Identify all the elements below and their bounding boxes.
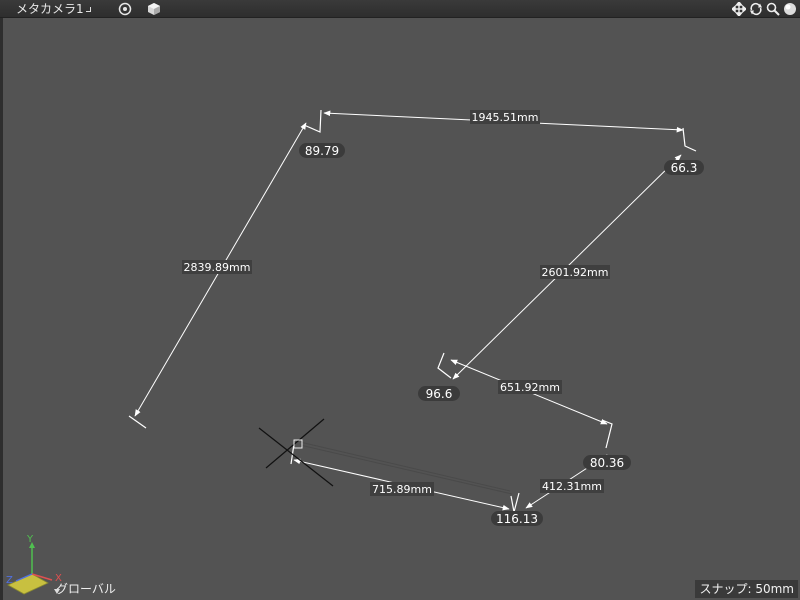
angle-label-66[interactable]: 66.3 bbox=[664, 160, 704, 175]
axis-z-label: Z bbox=[6, 575, 13, 586]
svg-text:651.92mm: 651.92mm bbox=[500, 381, 560, 394]
rotate-icon[interactable] bbox=[749, 2, 763, 16]
coordinate-mode-label[interactable]: グローバル bbox=[56, 582, 116, 596]
dim-label-412[interactable]: 412.31mm bbox=[540, 479, 604, 493]
angle-label-80[interactable]: 80.36 bbox=[583, 455, 631, 470]
dim-label-2839[interactable]: 2839.89mm bbox=[182, 260, 252, 274]
sphere-icon[interactable] bbox=[783, 2, 797, 16]
dimension-lines bbox=[134, 110, 684, 511]
crosshair-cursor bbox=[258, 418, 334, 487]
angle-label-89[interactable]: 89.79 bbox=[299, 143, 345, 158]
svg-text:2601.92mm: 2601.92mm bbox=[542, 266, 609, 279]
zoom-icon[interactable] bbox=[766, 2, 780, 16]
camera-name[interactable]: メタカメラ1 bbox=[16, 1, 84, 17]
3d-viewport[interactable]: 1945.51mm 2839.89mm 2601.92mm 651.92mm 7… bbox=[0, 0, 800, 600]
snap-status[interactable]: スナップ: 50mm bbox=[695, 580, 798, 598]
angle-label-96[interactable]: 96.6 bbox=[418, 386, 460, 401]
cube-icon[interactable] bbox=[147, 2, 161, 16]
svg-text:1945.51mm: 1945.51mm bbox=[472, 111, 539, 124]
svg-text:412.31mm: 412.31mm bbox=[542, 480, 602, 493]
svg-text:116.13: 116.13 bbox=[496, 512, 538, 526]
corner-ticks bbox=[128, 109, 697, 513]
svg-text:66.3: 66.3 bbox=[671, 161, 698, 175]
svg-text:89.79: 89.79 bbox=[305, 144, 339, 158]
svg-text:715.89mm: 715.89mm bbox=[372, 483, 432, 496]
svg-text:2839.89mm: 2839.89mm bbox=[184, 261, 251, 274]
svg-text:80.36: 80.36 bbox=[590, 456, 624, 470]
scene-canvas[interactable]: 1945.51mm 2839.89mm 2601.92mm 651.92mm 7… bbox=[0, 0, 800, 600]
angle-label-116[interactable]: 116.13 bbox=[491, 511, 543, 526]
dim-label-715[interactable]: 715.89mm bbox=[370, 482, 434, 496]
dim-label-651[interactable]: 651.92mm bbox=[498, 380, 562, 394]
camera-title-bar: メタカメラ1 bbox=[0, 0, 800, 18]
dim-label-1945[interactable]: 1945.51mm bbox=[470, 110, 540, 124]
viewport-frame bbox=[0, 18, 3, 600]
target-icon[interactable] bbox=[118, 2, 132, 16]
move-icon[interactable] bbox=[732, 2, 746, 16]
svg-text:96.6: 96.6 bbox=[426, 387, 453, 401]
dim-label-2601[interactable]: 2601.92mm bbox=[540, 265, 610, 279]
camera-menu-corner-icon[interactable] bbox=[86, 7, 91, 12]
axis-y-label: Y bbox=[26, 534, 34, 545]
